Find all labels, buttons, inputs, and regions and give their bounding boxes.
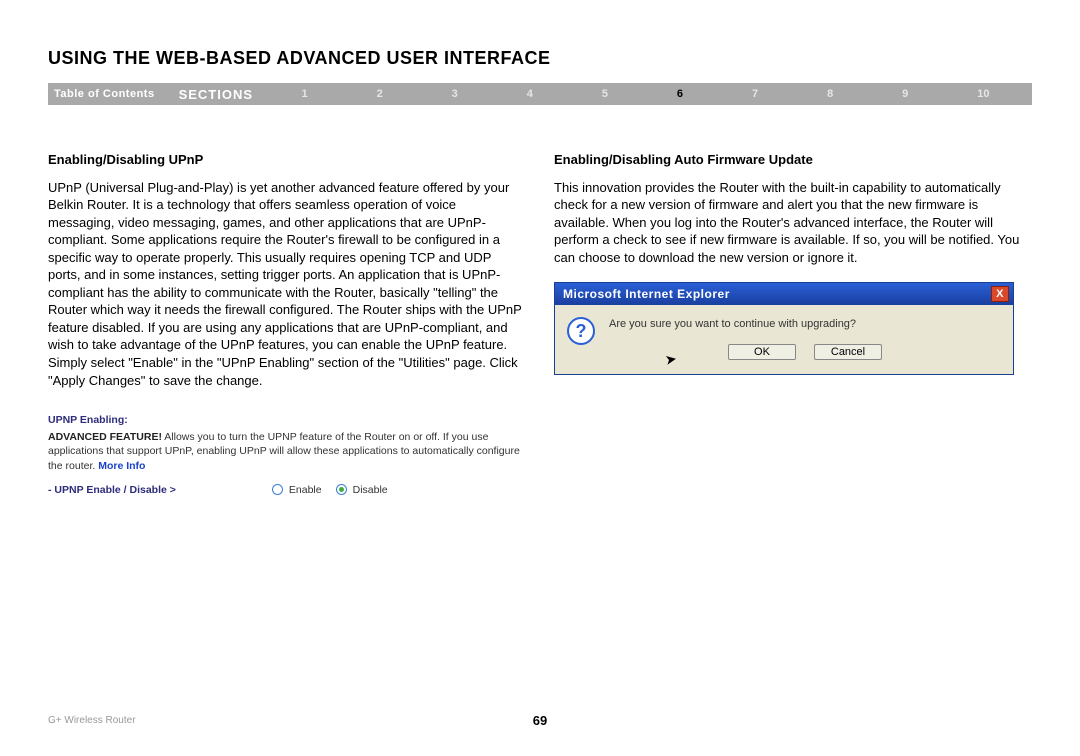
radio-dot-icon [339, 487, 344, 492]
section-link-10[interactable]: 10 [973, 88, 993, 100]
section-numbers: 1 2 3 4 5 6 7 8 9 10 [267, 88, 1032, 100]
section-link-2[interactable]: 2 [373, 88, 387, 100]
right-column: Enabling/Disabling Auto Firmware Update … [554, 151, 1032, 497]
section-link-7[interactable]: 7 [748, 88, 762, 100]
upnp-heading: Enabling/Disabling UPnP [48, 151, 526, 169]
firmware-heading: Enabling/Disabling Auto Firmware Update [554, 151, 1032, 169]
upnp-ui-desc: ADVANCED FEATURE! Allows you to turn the… [48, 430, 526, 473]
question-icon: ? [567, 317, 595, 345]
sections-label: SECTIONS [165, 87, 267, 102]
more-info-link[interactable]: More Info [98, 460, 145, 472]
disable-radio[interactable] [336, 484, 347, 495]
cursor-icon: ➤ [663, 349, 678, 370]
cancel-button[interactable]: Cancel [814, 344, 882, 360]
section-link-1[interactable]: 1 [298, 88, 312, 100]
left-column: Enabling/Disabling UPnP UPnP (Universal … [48, 151, 526, 497]
page-footer: G+ Wireless Router 69 [48, 713, 1032, 728]
upnp-settings-screenshot: UPNP Enabling: ADVANCED FEATURE! Allows … [48, 413, 526, 497]
dialog-titlebar: Microsoft Internet Explorer X [555, 283, 1013, 305]
dialog-message: Are you sure you want to continue with u… [609, 317, 1001, 332]
section-link-4[interactable]: 4 [523, 88, 537, 100]
section-link-9[interactable]: 9 [898, 88, 912, 100]
ok-button[interactable]: OK [728, 344, 796, 360]
upnp-body: UPnP (Universal Plug-and-Play) is yet an… [48, 179, 526, 390]
page-title: USING THE WEB-BASED ADVANCED USER INTERF… [48, 48, 1032, 69]
section-nav: Table of Contents SECTIONS 1 2 3 4 5 6 7… [48, 83, 1032, 105]
toc-link[interactable]: Table of Contents [48, 88, 165, 100]
enable-radio[interactable] [272, 484, 283, 495]
section-link-3[interactable]: 3 [448, 88, 462, 100]
disable-radio-label: Disable [353, 483, 388, 497]
upnp-toggle-label: - UPNP Enable / Disable > [48, 483, 176, 497]
close-icon[interactable]: X [991, 286, 1009, 302]
section-link-5[interactable]: 5 [598, 88, 612, 100]
firmware-body: This innovation provides the Router with… [554, 179, 1032, 267]
page-number: 69 [533, 713, 547, 728]
upnp-feature-label: ADVANCED FEATURE! [48, 431, 162, 443]
dialog-title: Microsoft Internet Explorer [563, 286, 730, 302]
section-link-6[interactable]: 6 [673, 88, 687, 100]
confirm-dialog: Microsoft Internet Explorer X ? Are you … [554, 282, 1014, 375]
upnp-ui-title: UPNP Enabling: [48, 413, 526, 427]
enable-radio-label: Enable [289, 483, 322, 497]
product-name: G+ Wireless Router [48, 715, 533, 726]
section-link-8[interactable]: 8 [823, 88, 837, 100]
